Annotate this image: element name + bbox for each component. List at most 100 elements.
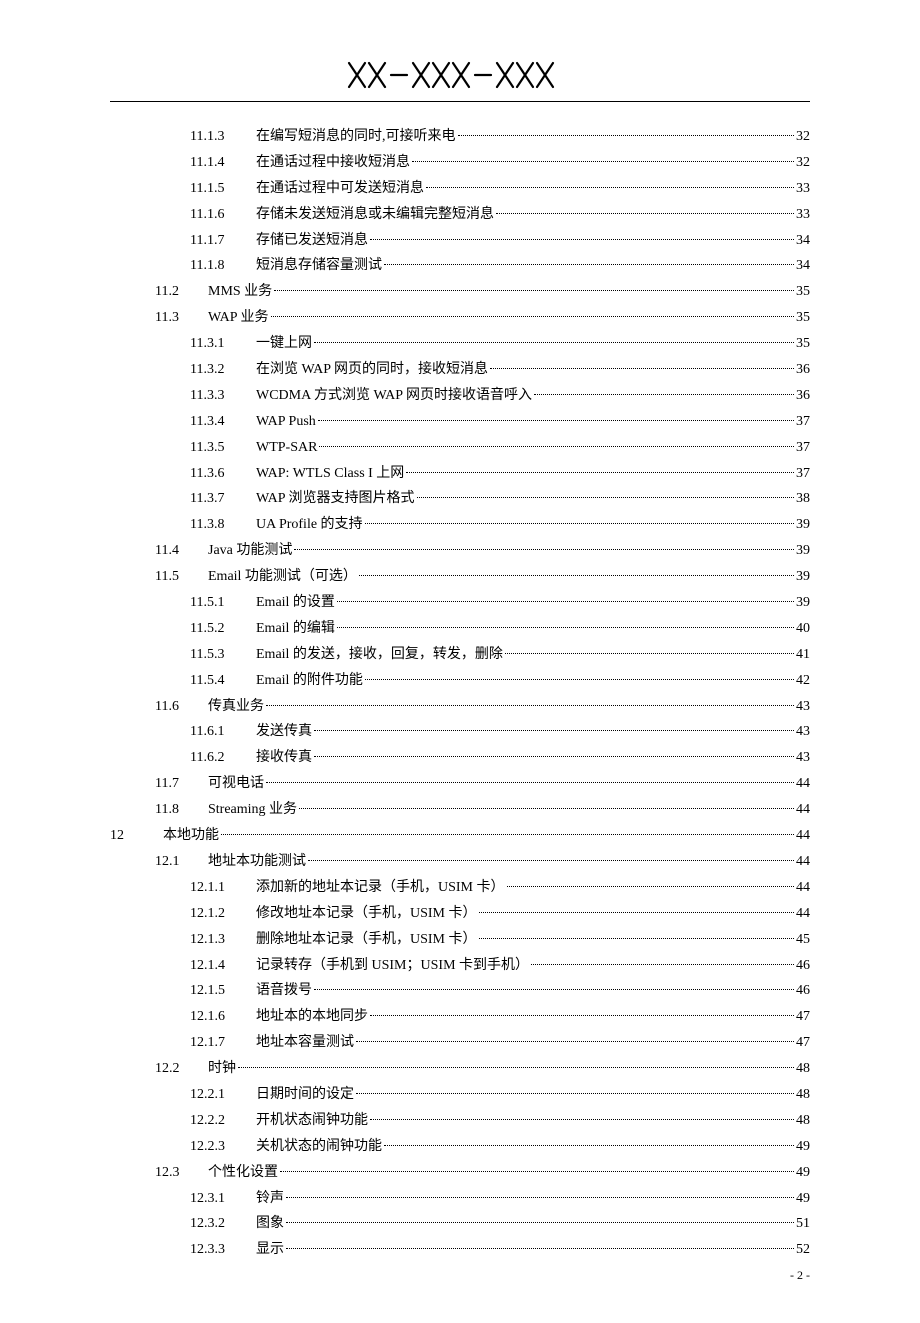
toc-entry[interactable]: 12本地功能44 — [110, 823, 810, 849]
toc-section-title: 日期时间的设定 — [256, 1082, 354, 1108]
toc-leader-dots — [266, 705, 794, 706]
toc-leader-dots — [359, 575, 794, 576]
toc-entry[interactable]: 11.3.3WCDMA 方式浏览 WAP 网页时接收语音呼入36 — [190, 383, 810, 409]
toc-section-number: 12.1.5 — [190, 978, 256, 1004]
toc-entry[interactable]: 12.1.4记录转存（手机到 USIM；USIM 卡到手机）46 — [190, 953, 810, 979]
toc-entry[interactable]: 12.2.1日期时间的设定48 — [190, 1082, 810, 1108]
toc-section-number: 11.6.1 — [190, 719, 256, 745]
toc-entry[interactable]: 11.1.3在编写短消息的同时,可接听来电32 — [190, 124, 810, 150]
toc-leader-dots — [286, 1222, 794, 1223]
toc-entry[interactable]: 12.2.3关机状态的闹钟功能49 — [190, 1134, 810, 1160]
toc-section-title: WAP Push — [256, 409, 316, 435]
toc-section-title: Java 功能测试 — [208, 538, 292, 564]
toc-section-title: Email 功能测试（可选） — [208, 564, 357, 590]
toc-entry[interactable]: 11.1.6存储未发送短消息或未编辑完整短消息33 — [190, 202, 810, 228]
toc-leader-dots — [319, 446, 794, 447]
toc-leader-dots — [314, 756, 794, 757]
toc-section-title: 地址本容量测试 — [256, 1030, 354, 1056]
toc-section-number: 11.5.1 — [190, 590, 256, 616]
toc-section-title: 删除地址本记录（手机，USIM 卡） — [256, 927, 477, 953]
toc-section-title: 在编写短消息的同时,可接听来电 — [256, 124, 456, 150]
toc-entry[interactable]: 11.3.4WAP Push37 — [190, 409, 810, 435]
toc-entry[interactable]: 12.3.1铃声49 — [190, 1186, 810, 1212]
toc-entry[interactable]: 11.3.6WAP: WTLS Class I 上网37 — [190, 461, 810, 487]
toc-page-number: 52 — [796, 1237, 810, 1263]
toc-page-number: 48 — [796, 1108, 810, 1134]
toc-entry[interactable]: 12.1地址本功能测试44 — [155, 849, 810, 875]
toc-entry[interactable]: 11.3.2在浏览 WAP 网页的同时，接收短消息36 — [190, 357, 810, 383]
toc-section-title: 显示 — [256, 1237, 284, 1263]
toc-page-number: 34 — [796, 253, 810, 279]
toc-page-number: 44 — [796, 823, 810, 849]
toc-page-number: 49 — [796, 1134, 810, 1160]
toc-leader-dots — [299, 808, 794, 809]
toc-entry[interactable]: 12.1.3删除地址本记录（手机，USIM 卡）45 — [190, 927, 810, 953]
toc-section-title: 记录转存（手机到 USIM；USIM 卡到手机） — [256, 953, 529, 979]
toc-section-number: 11.6.2 — [190, 745, 256, 771]
toc-entry[interactable]: 11.3.7WAP 浏览器支持图片格式38 — [190, 486, 810, 512]
toc-page-number: 45 — [796, 927, 810, 953]
toc-page-number: 40 — [796, 616, 810, 642]
toc-entry[interactable]: 12.1.5语音拨号46 — [190, 978, 810, 1004]
toc-page-number: 38 — [796, 486, 810, 512]
toc-entry[interactable]: 11.1.5在通话过程中可发送短消息33 — [190, 176, 810, 202]
toc-section-number: 11.2 — [155, 279, 208, 305]
toc-section-title: 添加新的地址本记录（手机，USIM 卡） — [256, 875, 505, 901]
toc-leader-dots — [384, 264, 794, 265]
toc-page-number: 37 — [796, 435, 810, 461]
toc-leader-dots — [426, 187, 794, 188]
toc-entry[interactable]: 11.6传真业务43 — [155, 694, 810, 720]
toc-page-number: 34 — [796, 228, 810, 254]
page-number: - 2 - — [790, 1268, 810, 1283]
toc-section-number: 11.7 — [155, 771, 208, 797]
toc-entry[interactable]: 11.5.2Email 的编辑40 — [190, 616, 810, 642]
toc-page-number: 32 — [796, 150, 810, 176]
toc-entry[interactable]: 12.3.3显示52 — [190, 1237, 810, 1263]
toc-page-number: 49 — [796, 1160, 810, 1186]
header-logo-xx-xxx-xxx — [347, 60, 573, 90]
toc-entry[interactable]: 11.1.4在通话过程中接收短消息32 — [190, 150, 810, 176]
toc-entry[interactable]: 11.5.4Email 的附件功能42 — [190, 668, 810, 694]
toc-entry[interactable]: 11.5.3Email 的发送，接收，回复，转发，删除41 — [190, 642, 810, 668]
toc-entry[interactable]: 11.3.8UA Profile 的支持39 — [190, 512, 810, 538]
toc-section-title: 传真业务 — [208, 694, 264, 720]
toc-leader-dots — [496, 213, 794, 214]
toc-entry[interactable]: 11.7可视电话44 — [155, 771, 810, 797]
toc-entry[interactable]: 12.2.2开机状态闹钟功能48 — [190, 1108, 810, 1134]
toc-page-number: 46 — [796, 978, 810, 1004]
toc-entry[interactable]: 11.1.7存储已发送短消息34 — [190, 228, 810, 254]
toc-entry[interactable]: 12.3.2图象51 — [190, 1211, 810, 1237]
toc-page-number: 37 — [796, 461, 810, 487]
toc-entry[interactable]: 11.3.5WTP-SAR37 — [190, 435, 810, 461]
toc-section-title: 发送传真 — [256, 719, 312, 745]
toc-entry[interactable]: 11.5Email 功能测试（可选）39 — [155, 564, 810, 590]
toc-entry[interactable]: 11.6.2接收传真43 — [190, 745, 810, 771]
toc-entry[interactable]: 11.8Streaming 业务44 — [155, 797, 810, 823]
toc-entry[interactable]: 12.2时钟48 — [155, 1056, 810, 1082]
toc-section-title: WAP 业务 — [208, 305, 269, 331]
toc-leader-dots — [356, 1093, 794, 1094]
toc-page-number: 39 — [796, 538, 810, 564]
toc-page-number: 35 — [796, 279, 810, 305]
toc-page-number: 47 — [796, 1030, 810, 1056]
toc-entry[interactable]: 11.4Java 功能测试39 — [155, 538, 810, 564]
toc-page-number: 32 — [796, 124, 810, 150]
toc-section-number: 11.3.7 — [190, 486, 256, 512]
toc-leader-dots — [238, 1067, 794, 1068]
toc-entry[interactable]: 11.6.1发送传真43 — [190, 719, 810, 745]
toc-entry[interactable]: 12.3个性化设置49 — [155, 1160, 810, 1186]
toc-page-number: 43 — [796, 745, 810, 771]
toc-entry[interactable]: 11.5.1Email 的设置39 — [190, 590, 810, 616]
toc-entry[interactable]: 12.1.7地址本容量测试47 — [190, 1030, 810, 1056]
toc-entry[interactable]: 12.1.2修改地址本记录（手机，USIM 卡）44 — [190, 901, 810, 927]
toc-leader-dots — [507, 886, 794, 887]
toc-entry[interactable]: 11.1.8短消息存储容量测试34 — [190, 253, 810, 279]
toc-entry[interactable]: 12.1.1添加新的地址本记录（手机，USIM 卡）44 — [190, 875, 810, 901]
toc-entry[interactable]: 12.1.6地址本的本地同步47 — [190, 1004, 810, 1030]
toc-entry[interactable]: 11.3WAP 业务35 — [155, 305, 810, 331]
toc-section-title: 存储已发送短消息 — [256, 228, 368, 254]
toc-entry[interactable]: 11.2MMS 业务35 — [155, 279, 810, 305]
toc-entry[interactable]: 11.3.1一键上网35 — [190, 331, 810, 357]
toc-leader-dots — [412, 161, 794, 162]
toc-leader-dots — [266, 782, 794, 783]
